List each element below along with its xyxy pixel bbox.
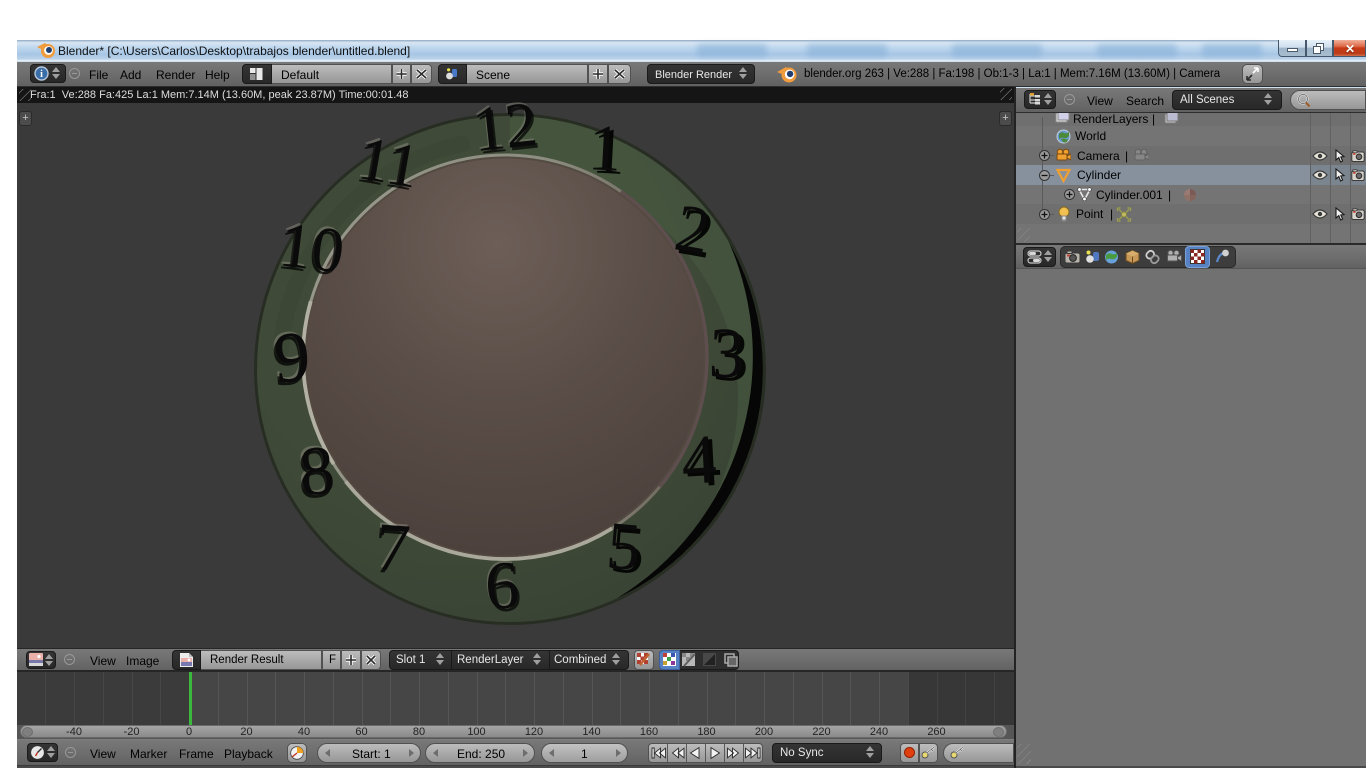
- svg-text:i: i: [40, 69, 43, 80]
